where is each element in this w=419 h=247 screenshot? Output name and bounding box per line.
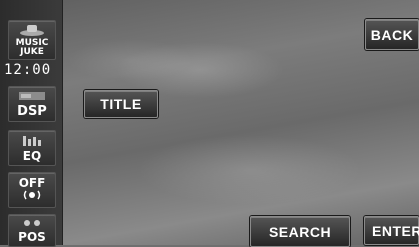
sidebar: MUSIC JUKE 12:00 DSP EQ OFF POS bbox=[0, 0, 63, 247]
off-button[interactable]: OFF bbox=[8, 172, 56, 208]
music-juke-button[interactable]: MUSIC JUKE bbox=[8, 20, 56, 60]
pos-label: POS bbox=[18, 229, 46, 244]
seat-position-icon bbox=[20, 219, 44, 231]
dsp-icon bbox=[17, 90, 47, 105]
title-button[interactable]: TITLE bbox=[84, 90, 158, 118]
music-juke-label: MUSIC JUKE bbox=[15, 37, 49, 57]
off-label: OFF bbox=[18, 176, 46, 190]
eq-button[interactable]: EQ bbox=[8, 130, 56, 166]
equalizer-icon bbox=[21, 134, 43, 150]
pos-button[interactable]: POS bbox=[8, 214, 56, 247]
clock: 12:00 bbox=[4, 62, 52, 78]
back-button[interactable]: BACK bbox=[365, 19, 419, 50]
search-button[interactable]: SEARCH bbox=[250, 216, 350, 247]
music-juke-icon bbox=[17, 24, 47, 39]
dsp-label: DSP bbox=[17, 104, 47, 119]
dsp-button[interactable]: DSP bbox=[8, 86, 56, 122]
speaker-off-icon bbox=[21, 189, 43, 203]
enter-button[interactable]: ENTER bbox=[364, 216, 419, 245]
eq-label: EQ bbox=[22, 149, 42, 163]
